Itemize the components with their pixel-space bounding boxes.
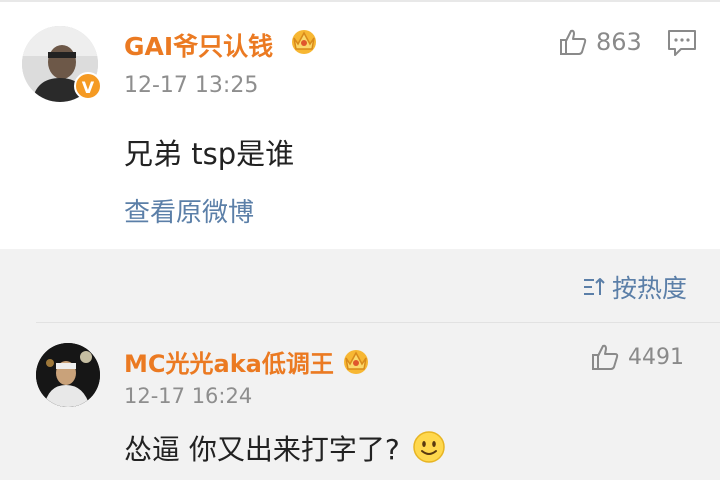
like-count: 863 [596, 28, 642, 56]
reply-like-count: 4491 [628, 344, 684, 370]
divider [36, 322, 720, 323]
view-original-link[interactable]: 查看原微博 [124, 192, 254, 229]
sort-icon [584, 278, 605, 295]
reply-text: 怂逼 你又出来打字了? [124, 433, 400, 466]
smiley-emoji-icon [413, 431, 445, 463]
thumbs-up-icon [592, 344, 619, 370]
sort-by-hot-button[interactable]: 按热度 [582, 272, 688, 303]
reply-like-button[interactable]: 4491 [590, 341, 684, 373]
reply-username[interactable]: MC光光aka低调王 [124, 344, 334, 379]
comment-icon[interactable] [667, 29, 697, 57]
post-text: 兄弟 tsp是谁 [124, 137, 295, 171]
post-username[interactable]: GAI爷只认钱 [124, 27, 273, 63]
avatar-image [36, 343, 100, 407]
like-button[interactable]: 863 [558, 26, 642, 58]
verified-badge: V [74, 72, 102, 100]
crown-badge-icon [292, 30, 316, 54]
sort-label: 按热度 [612, 274, 688, 303]
reply-timestamp: 12-17 16:24 [124, 384, 253, 408]
top-divider [0, 0, 720, 2]
main-comment-card: V GAI爷只认钱 12-17 13:25 863 兄弟 tsp是谁 查看原微博 [0, 0, 720, 249]
post-timestamp: 12-17 13:25 [124, 73, 259, 98]
reply-avatar[interactable] [36, 343, 100, 407]
thumbs-up-icon [560, 29, 587, 55]
crown-badge-icon [344, 350, 368, 374]
